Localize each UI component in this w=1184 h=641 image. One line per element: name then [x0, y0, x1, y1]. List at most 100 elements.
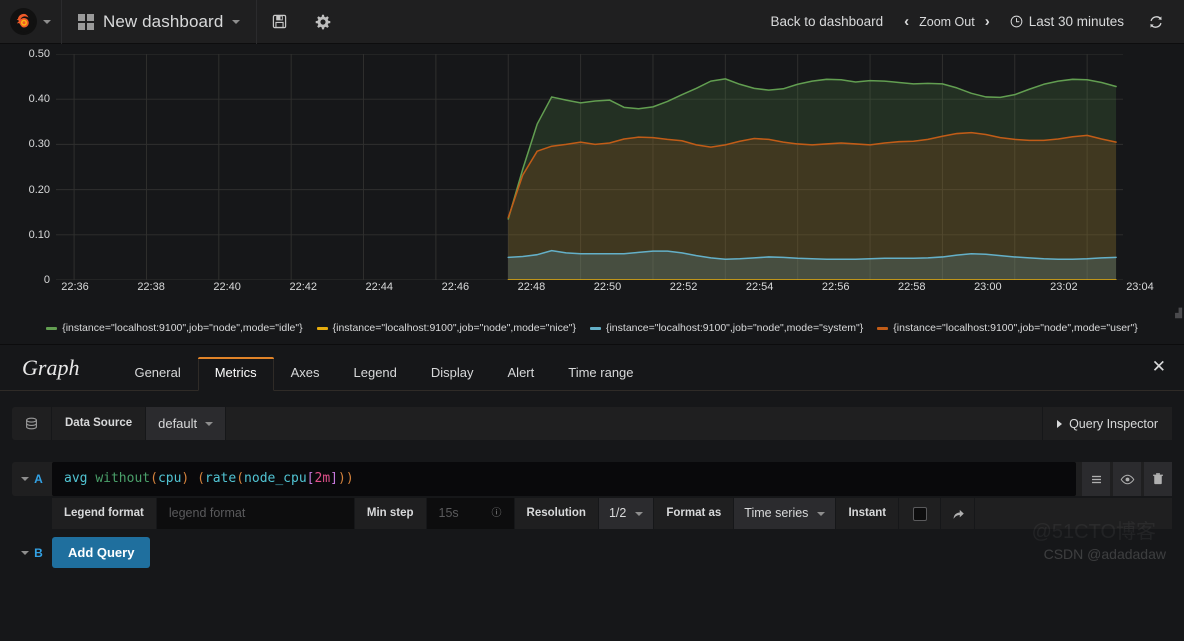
x-axis-tick-label: 22:58 [897, 281, 926, 293]
chart-legend: {instance="localhost:9100",job="node",mo… [0, 322, 1184, 334]
y-axis-tick-label: 0.30 [28, 138, 50, 151]
resolution-select[interactable]: 1/2 [598, 498, 655, 529]
tab-alert[interactable]: Alert [491, 357, 552, 391]
query-token: ) [337, 471, 346, 486]
chevron-down-icon [21, 550, 30, 555]
datasource-select[interactable]: default [146, 407, 227, 440]
time-range-label: Last 30 minutes [1028, 14, 1124, 29]
external-link-icon [953, 509, 964, 519]
y-axis-tick-label: 0 [43, 274, 50, 286]
datasource-label: Data Source [52, 407, 147, 440]
chevron-down-icon [232, 19, 241, 24]
refresh-button[interactable] [1138, 14, 1174, 30]
add-query-row: B Add Query [12, 537, 1172, 568]
legend-item[interactable]: {instance="localhost:9100",job="node",mo… [46, 322, 303, 334]
y-axis-tick-label: 0.20 [28, 183, 50, 196]
query-token: without [95, 471, 151, 486]
query-editor-a: A avg without(cpu) (rate(node_cpu[2m])) [12, 462, 1172, 529]
min-step-input[interactable]: 15s ⓘ [426, 498, 515, 529]
format-as-value: Time series [744, 506, 809, 520]
add-query-button[interactable]: Add Query [52, 537, 151, 568]
tab-time-range[interactable]: Time range [551, 357, 650, 391]
query-token: ( [197, 471, 205, 486]
query-inspector-label: Query Inspector [1069, 416, 1158, 431]
query-token: cpu [157, 471, 182, 486]
legend-series-label: {instance="localhost:9100",job="node",mo… [605, 322, 864, 334]
panel-editor: Graph General Metrics Axes Legend Display Ale… [0, 345, 1184, 568]
query-inspector-button[interactable]: Query Inspector [1042, 407, 1172, 440]
legend-format-label: Legend format [52, 498, 157, 529]
legend-color-swatch [46, 326, 58, 330]
logo-menu-button[interactable] [0, 0, 62, 44]
chart-canvas[interactable] [56, 54, 1124, 280]
dashboard-title-menu[interactable]: New dashboard [62, 0, 258, 44]
legend-item[interactable]: {instance="localhost:9100",job="node",mo… [589, 322, 864, 334]
instant-label: Instant [836, 498, 900, 529]
grafana-logo-icon [10, 8, 37, 35]
query-token: ] [330, 471, 338, 486]
query-expression-input[interactable]: avg without(cpu) (rate(node_cpu[2m])) [52, 462, 1076, 496]
chevron-down-icon [817, 511, 826, 516]
chevron-down-icon [205, 421, 214, 426]
time-range-picker[interactable]: Last 30 minutes [998, 14, 1136, 29]
save-dashboard-button[interactable] [257, 0, 301, 44]
legend-item[interactable]: {instance="localhost:9100",job="node",mo… [316, 322, 576, 334]
top-navbar: New dashboard Back to dashboard ‹ Zoom O… [0, 0, 1184, 44]
tab-metrics[interactable]: Metrics [197, 357, 274, 391]
x-axis-tick-label: 22:56 [821, 281, 850, 293]
time-shift-left-icon[interactable]: ‹ [904, 13, 909, 30]
legend-format-input[interactable]: legend format [156, 498, 355, 529]
tab-axes[interactable]: Axes [274, 357, 337, 391]
query-toggle-visibility-button[interactable] [1113, 462, 1141, 496]
panel-resize-handle[interactable]: ▟ [1175, 309, 1182, 318]
close-editor-button[interactable]: ✕ [1152, 358, 1166, 375]
x-axis-tick-label: 22:54 [745, 281, 774, 293]
query-ref-b[interactable]: B [12, 546, 52, 560]
query-token: 2m [314, 471, 331, 486]
query-token: ) [345, 471, 354, 486]
x-axis-tick-label: 22:42 [289, 281, 317, 293]
dashboard-settings-button[interactable] [301, 0, 345, 44]
format-as-label: Format as [654, 498, 735, 529]
query-token: ( [150, 471, 158, 486]
tab-legend[interactable]: Legend [337, 357, 414, 391]
options-spacer [975, 498, 1172, 529]
y-axis-tick-label: 0.10 [28, 228, 50, 241]
x-axis-tick-label: 22:52 [669, 281, 698, 293]
format-as-select[interactable]: Time series [734, 498, 837, 529]
instant-checkbox[interactable] [912, 506, 927, 521]
tab-display[interactable]: Display [414, 357, 491, 391]
datasource-spacer [226, 407, 1172, 440]
query-token [189, 471, 197, 486]
x-axis-tick-label: 23:04 [1126, 281, 1154, 293]
x-axis-tick-label: 22:46 [441, 281, 470, 293]
save-disk-icon [272, 14, 287, 29]
min-step-placeholder: 15s [438, 506, 459, 520]
legend-series-label: {instance="localhost:9100",job="node",mo… [62, 322, 303, 334]
legend-color-swatch [589, 326, 601, 330]
query-options-toggle-button[interactable] [1082, 462, 1110, 496]
legend-series-label: {instance="localhost:9100",job="node",mo… [332, 322, 576, 334]
info-icon[interactable]: ⓘ [492, 498, 502, 529]
x-axis-tick-label: 22:40 [213, 281, 241, 293]
query-delete-button[interactable] [1144, 462, 1172, 496]
x-axis-tick-label: 22:48 [517, 281, 546, 293]
open-in-explore-button[interactable] [941, 498, 976, 529]
zoom-out-button[interactable]: Zoom Out [919, 15, 975, 29]
chevron-right-icon [1057, 419, 1063, 428]
instant-checkbox-cell[interactable] [899, 498, 942, 529]
chevron-down-icon [43, 19, 51, 24]
back-to-dashboard-link[interactable]: Back to dashboard [758, 0, 897, 44]
time-shift-right-icon[interactable]: › [985, 13, 990, 30]
x-axis-tick-label: 22:36 [61, 281, 89, 293]
query-ref-a[interactable]: A [12, 462, 52, 496]
query-actions [1076, 462, 1172, 496]
tab-general[interactable]: General [117, 357, 197, 391]
time-shift-controls: ‹ Zoom Out › [898, 13, 996, 30]
x-axis-tick-label: 23:02 [1050, 281, 1078, 293]
query-options-row: Legend format legend format Min step 15s… [52, 498, 1172, 529]
legend-item[interactable]: {instance="localhost:9100",job="node",mo… [877, 322, 1138, 334]
query-row: A avg without(cpu) (rate(node_cpu[2m])) [12, 462, 1172, 496]
x-axis-tick-label: 22:50 [593, 281, 622, 293]
editor-tab-bar: Graph General Metrics Axes Legend Display Ale… [0, 345, 1184, 391]
